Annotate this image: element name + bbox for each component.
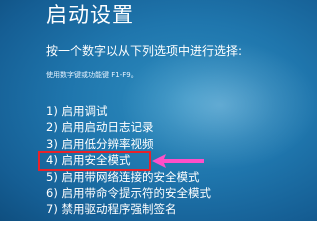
instruction-text: 按一个数字以从下列选项中进行选择: [46,44,243,58]
page-title: 启动设置 [46,3,134,27]
arrow-left-icon [152,154,204,168]
option-enable-debugging[interactable]: 1) 启用调试 [46,103,211,119]
highlight-box [38,151,151,171]
option-disable-driver-signature-enforcement[interactable]: 7) 禁用驱动程序强制签名 [46,201,211,217]
key-hint-text: 使用数字键或功能键 F1-F9。 [46,71,138,79]
startup-settings-screen: 启动设置 按一个数字以从下列选项中进行选择: 使用数字键或功能键 F1-F9。 … [0,0,317,221]
option-enable-boot-logging[interactable]: 2) 启用启动日志记录 [46,119,211,135]
option-enable-safe-mode-networking[interactable]: 5) 启用带网络连接的安全模式 [46,169,211,185]
option-enable-low-resolution-video[interactable]: 3) 启用低分辨率视频 [46,136,211,152]
option-enable-safe-mode-command-prompt[interactable]: 6) 启用带命令提示符的安全模式 [46,185,211,201]
